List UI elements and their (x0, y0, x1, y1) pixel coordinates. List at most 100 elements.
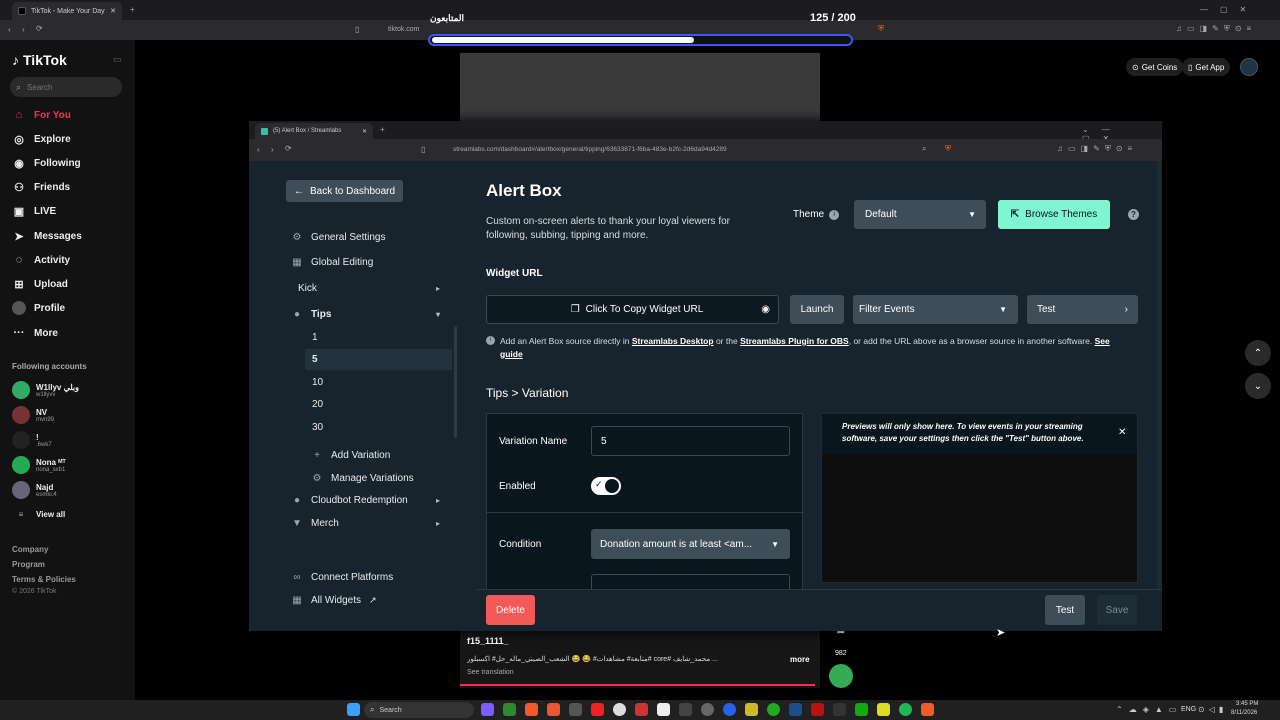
tip-variation-item[interactable]: 1 (312, 332, 318, 343)
sidebar-global-editing[interactable]: ▦ Global Editing (291, 257, 373, 268)
app-icon[interactable] (723, 703, 736, 716)
page-scrollbar[interactable] (1157, 161, 1161, 589)
nav-activity[interactable]: ◌ Activity (12, 253, 70, 267)
account-item[interactable]: NV mvn99 (12, 406, 54, 424)
brave-icon[interactable] (921, 703, 934, 716)
account-item[interactable]: ! .6wk7 (12, 431, 52, 449)
app-icon[interactable] (833, 703, 846, 716)
nav-explore[interactable]: ◎ Explore (12, 132, 71, 146)
sidebar-kick[interactable]: Kick ▸ (298, 283, 448, 294)
manage-variations-button[interactable]: ⚙ Manage Variations (311, 473, 414, 484)
account-item[interactable]: Nona ᴹᵀ nona_sxb1 (12, 456, 66, 474)
nav-profile[interactable]: Profile (12, 301, 65, 315)
clock-time[interactable]: 3:45 PM (1236, 701, 1258, 707)
delete-button[interactable]: Delete (486, 595, 535, 625)
sl-tab[interactable]: (5) Alert Box / Streamlabs ✕ (255, 123, 373, 139)
nav-friends[interactable]: ⚇ Friends (12, 180, 70, 194)
account-item[interactable]: W1llyv وبلي w1llyvv (12, 381, 79, 399)
sl-url[interactable]: streamlabs.com/dashboard#/alertbox/gener… (453, 146, 727, 153)
video-bottom[interactable]: f15_1111_ متابعة# مشاهدات# 😂 😂 الشعب_الص… (460, 630, 820, 688)
new-tab-icon[interactable]: + (380, 125, 385, 134)
nav-upload[interactable]: ⊞ Upload (12, 277, 68, 291)
view-all-link[interactable]: ≡ View all (12, 510, 66, 519)
info-icon[interactable]: i (829, 209, 840, 220)
xbox-icon[interactable] (767, 703, 780, 716)
get-coins-button[interactable]: ⊙ Get Coins (1126, 58, 1184, 76)
theme-select[interactable]: Default ▼ (854, 200, 986, 229)
outer-url[interactable]: tiktok.com (388, 26, 420, 33)
tip-variation-item[interactable]: 10 (312, 377, 323, 388)
footer-terms[interactable]: Terms & Policies (12, 575, 76, 584)
sidebar-general-settings[interactable]: ⚙ General Settings (291, 232, 386, 243)
close-tab-icon[interactable]: ✕ (110, 7, 116, 15)
close-icon[interactable]: ✕ (1118, 427, 1126, 438)
sidebar-all-widgets[interactable]: ▦ All Widgets ↗ (291, 595, 376, 606)
eye-icon[interactable]: ◉ (761, 304, 770, 315)
collapse-icon[interactable]: ▭ (113, 54, 122, 65)
sidebar-connect-platforms[interactable]: ∞ Connect Platforms (291, 572, 393, 583)
sidebar-cloudbot[interactable]: ● Cloudbot Redemption ▸ (291, 495, 448, 506)
app-icon[interactable] (745, 703, 758, 716)
back-to-dashboard-button[interactable]: ← Back to Dashboard (286, 180, 403, 202)
nav-for-you[interactable]: ⌂ For You (12, 108, 71, 122)
variation-name-input[interactable]: 5 (591, 426, 790, 456)
steam-icon[interactable] (789, 703, 802, 716)
tip-variation-item[interactable]: 30 (312, 422, 323, 433)
app-icon[interactable] (569, 703, 582, 716)
app-icon[interactable] (635, 703, 648, 716)
nav-live[interactable]: ▣ LIVE (12, 204, 56, 218)
browse-themes-button[interactable]: ⇱ Browse Themes (998, 200, 1110, 229)
nav-following[interactable]: ◉ Following (12, 156, 80, 170)
app-icon[interactable] (679, 703, 692, 716)
enabled-toggle[interactable]: ✓ (591, 477, 621, 495)
test-select[interactable]: Test › (1027, 295, 1138, 324)
youtube-icon[interactable] (591, 703, 604, 716)
footer-company[interactable]: Company (12, 545, 48, 554)
add-variation-button[interactable]: + Add Variation (311, 450, 390, 461)
tray-status-icons[interactable]: ⊙◁▮ (1198, 705, 1227, 714)
more-link[interactable]: more (790, 655, 810, 664)
forward-icon[interactable]: › (22, 25, 25, 34)
app-icon[interactable] (855, 703, 868, 716)
help-icon[interactable]: ? (1128, 209, 1139, 220)
forward-icon[interactable]: › (271, 145, 274, 154)
test-button[interactable]: Test (1045, 595, 1085, 625)
obs-icon[interactable] (613, 703, 626, 716)
get-app-button[interactable]: ▯ Get App (1182, 58, 1231, 76)
reload-icon[interactable]: ⟳ (36, 24, 43, 33)
window-controls[interactable]: —▢✕ (1200, 5, 1258, 14)
spotify-icon[interactable] (899, 703, 912, 716)
account-item[interactable]: Najd esmki.4 (12, 481, 57, 499)
brave-shield-icon[interactable]: ⛨ (945, 144, 951, 154)
brave-icon[interactable] (525, 703, 538, 716)
close-tab-icon[interactable]: ✕ (362, 128, 367, 135)
back-icon[interactable]: ‹ (8, 25, 11, 34)
condition-select[interactable]: Donation amount is at least <am... ▼ (591, 529, 790, 559)
nav-more[interactable]: ··· More (12, 326, 58, 340)
streamlabs-desktop-link[interactable]: Streamlabs Desktop (632, 336, 714, 346)
sidebar-tips[interactable]: ● Tips ▾ (291, 309, 448, 320)
user-avatar[interactable] (1240, 58, 1258, 76)
video-player[interactable] (460, 53, 820, 121)
bookmark-icon[interactable]: ▯ (355, 25, 359, 34)
scroll-up-button[interactable]: ⌃ (1245, 340, 1271, 366)
app-icon[interactable] (877, 703, 890, 716)
windows-start-icon[interactable] (347, 703, 360, 716)
outer-tab[interactable]: TikTok - Make Your Day ✕ (12, 2, 122, 20)
save-button[interactable]: Save (1097, 595, 1137, 625)
tip-variation-selected[interactable] (305, 349, 452, 370)
nav-messages[interactable]: ➤ Messages (12, 229, 81, 243)
brave-shield-icon[interactable]: ⛨ (878, 24, 884, 34)
cutoff-field[interactable] (591, 574, 790, 590)
new-tab-icon[interactable]: + (130, 5, 135, 14)
tip-variation-item[interactable]: 5 (312, 354, 318, 365)
app-icon[interactable] (811, 703, 824, 716)
footer-program[interactable]: Program (12, 560, 45, 569)
extensions-icons[interactable]: ♫▭◨✎⛨⊙≡ (1057, 144, 1137, 154)
steam-icon[interactable] (701, 703, 714, 716)
launch-button[interactable]: Launch (790, 295, 844, 324)
tray-icons[interactable]: ⌃☁◈▲▭ (1116, 705, 1182, 714)
tiktok-logo[interactable]: ♪ TikTok (12, 52, 67, 68)
bookmark-icon[interactable]: ▯ (421, 145, 425, 154)
widget-url-field[interactable]: ❐ Click To Copy Widget URL ◉ (486, 295, 779, 324)
